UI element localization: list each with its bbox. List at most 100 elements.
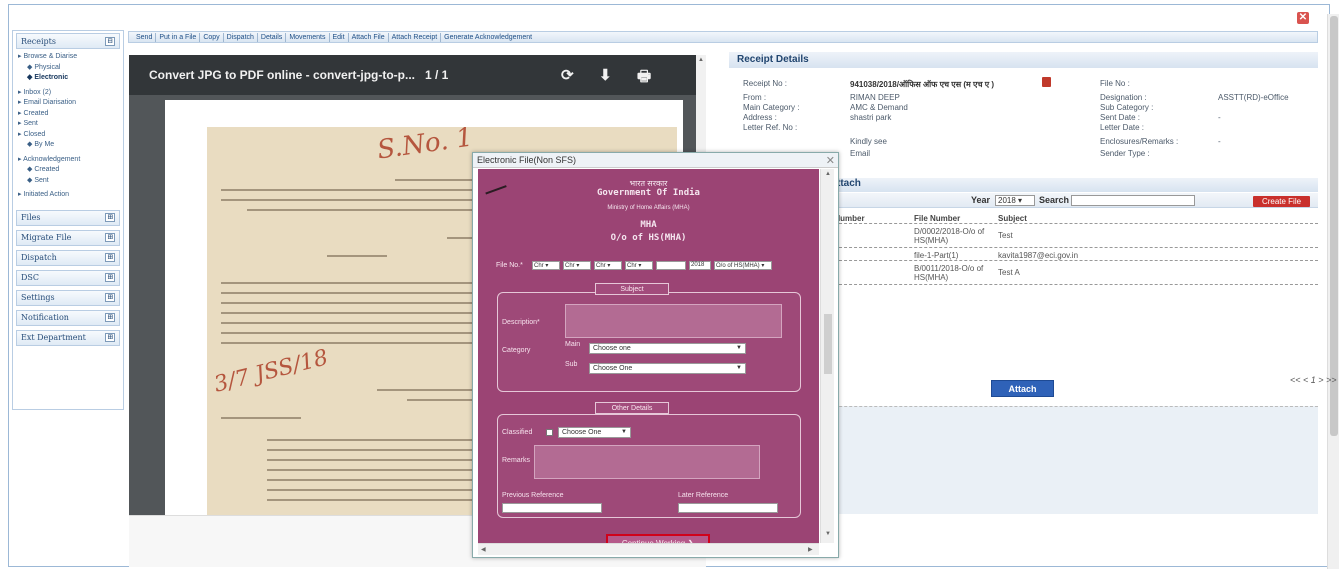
field-label: Sub Category : (1100, 103, 1154, 112)
field-value: shastri park (850, 113, 892, 122)
file-no-part-1[interactable]: Chr ▾ (532, 261, 560, 270)
sidebar-item[interactable]: ◆ Electronic (13, 72, 123, 83)
sidebar-item[interactable]: ▸ Sent (13, 118, 123, 129)
expand-icon[interactable]: ⊞ (105, 233, 115, 242)
download-icon[interactable]: ⬇ (599, 66, 612, 84)
toolbar-button[interactable]: Details (258, 32, 287, 42)
pdf-title: Convert JPG to PDF online - convert-jpg-… (149, 68, 415, 82)
file-no-part-4[interactable]: Chr ▾ (625, 261, 653, 270)
dialog-close-icon[interactable]: ✕ (826, 154, 835, 167)
file-no-part-3[interactable]: Chr ▾ (594, 261, 622, 270)
doc-line (247, 209, 497, 211)
table-row[interactable]: B/0011/2018-O/o of HS(MHA) Test A (829, 263, 1318, 285)
classified-select[interactable]: Choose One ▼ (558, 427, 631, 438)
sidebar-item[interactable]: ▸ Browse & Diarise (13, 51, 123, 62)
subject-cell: kavita1987@eci.gov.in (998, 251, 1079, 260)
sidebar-section[interactable]: Ext Department ⊞ (16, 329, 120, 346)
sidebar-item[interactable]: ◆ Created (13, 164, 123, 175)
page-scrollbar-thumb[interactable] (1330, 16, 1338, 436)
sidebar: Receipts ⊟ ▸ Browse & Diarise ◆ Physical ◆… (12, 30, 124, 410)
year-select[interactable]: 2018 ▾ (995, 195, 1035, 206)
toolbar-button[interactable]: Copy (200, 32, 224, 42)
file-number-cell: D/0002/2018-O/o of HS(MHA) (914, 227, 985, 245)
field-value: Email (850, 149, 871, 158)
sidebar-item[interactable]: ▸ Initiated Action (13, 189, 123, 200)
file-no-number-input[interactable] (656, 261, 686, 270)
scroll-left-icon[interactable]: ◀ (481, 546, 486, 553)
sidebar-item[interactable]: ▸ Inbox (2) (13, 87, 123, 98)
toolbar-button[interactable]: Generate Acknowledgement (441, 33, 535, 42)
attach-button[interactable]: Attach (991, 380, 1054, 397)
rotate-icon[interactable]: ⟳ (561, 66, 574, 84)
sidebar-item[interactable]: ▸ Acknowledgement (13, 154, 123, 165)
search-input[interactable] (1071, 195, 1195, 206)
sidebar-section-receipts[interactable]: Receipts ⊟ (16, 33, 120, 49)
toolbar-button[interactable]: Put in a File (156, 32, 201, 42)
sidebar-section-title: Notification (21, 313, 69, 322)
toolbar-button[interactable]: Attach Receipt (389, 32, 442, 42)
header-government: Government Of India (597, 188, 700, 198)
scroll-up-icon[interactable]: ▲ (825, 171, 831, 177)
description-label: Description* (502, 319, 540, 326)
main-category-select[interactable]: Choose one ▼ (589, 343, 746, 354)
remarks-input[interactable] (534, 445, 760, 479)
field-label: Letter Date : (1100, 123, 1145, 132)
table-row[interactable]: file-1-Part(1) kavita1987@eci.gov.in (829, 250, 1318, 261)
other-details-legend: Other Details (595, 402, 669, 414)
scroll-up-icon[interactable]: ▲ (698, 57, 704, 63)
scroll-right-icon[interactable]: ▶ (808, 546, 813, 553)
sidebar-item[interactable]: ▸ Email Diarisation (13, 97, 123, 108)
sidebar-section[interactable]: Migrate File ⊞ (16, 229, 120, 246)
toolbar-button[interactable]: Movements (286, 32, 330, 42)
pdf-file-icon[interactable] (1042, 77, 1051, 87)
previous-reference-input[interactable] (502, 503, 602, 513)
dialog-scrollbar[interactable]: ▲ ▼ (820, 169, 834, 543)
sidebar-item[interactable]: ◆ Physical (13, 62, 123, 73)
action-toolbar: Send Put in a File Copy Dispatch Details Move… (128, 31, 1318, 43)
expand-icon[interactable]: ⊞ (105, 313, 115, 322)
expand-icon[interactable]: ⊞ (105, 213, 115, 222)
sidebar-section[interactable]: Files ⊞ (16, 209, 120, 226)
file-number-cell: file-1-Part(1) (914, 251, 959, 260)
dialog-scrollbar-thumb[interactable] (824, 314, 832, 374)
table-row[interactable]: D/0002/2018-O/o of HS(MHA) Test (829, 226, 1318, 248)
toolbar-button[interactable]: Attach File (349, 32, 389, 42)
pagination[interactable]: << < 1 > >> (1290, 375, 1337, 385)
sidebar-section[interactable]: Settings ⊞ (16, 289, 120, 306)
toolbar-button[interactable]: Edit (330, 32, 349, 42)
sidebar-section[interactable]: Notification ⊞ (16, 309, 120, 326)
column-header-file-number: File Number (914, 214, 961, 223)
dialog-horizontal-scrollbar[interactable]: ◀ ▶ (478, 543, 819, 555)
sidebar-section[interactable]: DSC ⊞ (16, 269, 120, 286)
sidebar-section-title: Files (21, 213, 41, 222)
print-icon[interactable]: 🖶 (637, 66, 651, 91)
field-value: - (1218, 137, 1221, 146)
sidebar-item[interactable]: ▸ Closed (13, 129, 123, 140)
sub-category-value: Choose One (593, 365, 633, 372)
file-no-part-2[interactable]: Chr ▾ (563, 261, 591, 270)
file-no-year-input[interactable]: 2018 (689, 261, 711, 270)
sidebar-item[interactable]: ◆ By Me (13, 139, 123, 150)
expand-icon[interactable]: ⊞ (105, 293, 115, 302)
scroll-down-icon[interactable]: ▼ (825, 531, 831, 537)
expand-icon[interactable]: ⊞ (105, 273, 115, 282)
sidebar-item[interactable]: ▸ Created (13, 108, 123, 119)
sidebar-section[interactable]: Dispatch ⊞ (16, 249, 120, 266)
sidebar-items: ▸ Browse & Diarise ◆ Physical ◆ Electronic… (13, 51, 123, 200)
later-reference-input[interactable] (678, 503, 778, 513)
toolbar-button[interactable]: Send (133, 32, 157, 42)
file-no-office-select[interactable]: O/o of HS(MHA) ▾ (714, 261, 772, 270)
collapse-icon[interactable]: ⊟ (105, 36, 115, 46)
toolbar-button[interactable]: Dispatch (224, 32, 258, 42)
create-file-button[interactable]: Create File (1253, 196, 1310, 207)
close-icon[interactable]: ✕ (1297, 12, 1309, 24)
description-input[interactable] (565, 304, 782, 338)
pdf-toolbar: Convert JPG to PDF online - convert-jpg-… (129, 55, 706, 95)
expand-icon[interactable]: ⊞ (105, 253, 115, 262)
page-scrollbar[interactable] (1327, 14, 1339, 569)
sidebar-item[interactable]: ◆ Sent (13, 175, 123, 186)
expand-icon[interactable]: ⊞ (105, 333, 115, 342)
classified-checkbox[interactable] (546, 429, 553, 436)
sub-category-select[interactable]: Choose One ▼ (589, 363, 746, 374)
chevron-down-icon: ▼ (621, 429, 627, 435)
